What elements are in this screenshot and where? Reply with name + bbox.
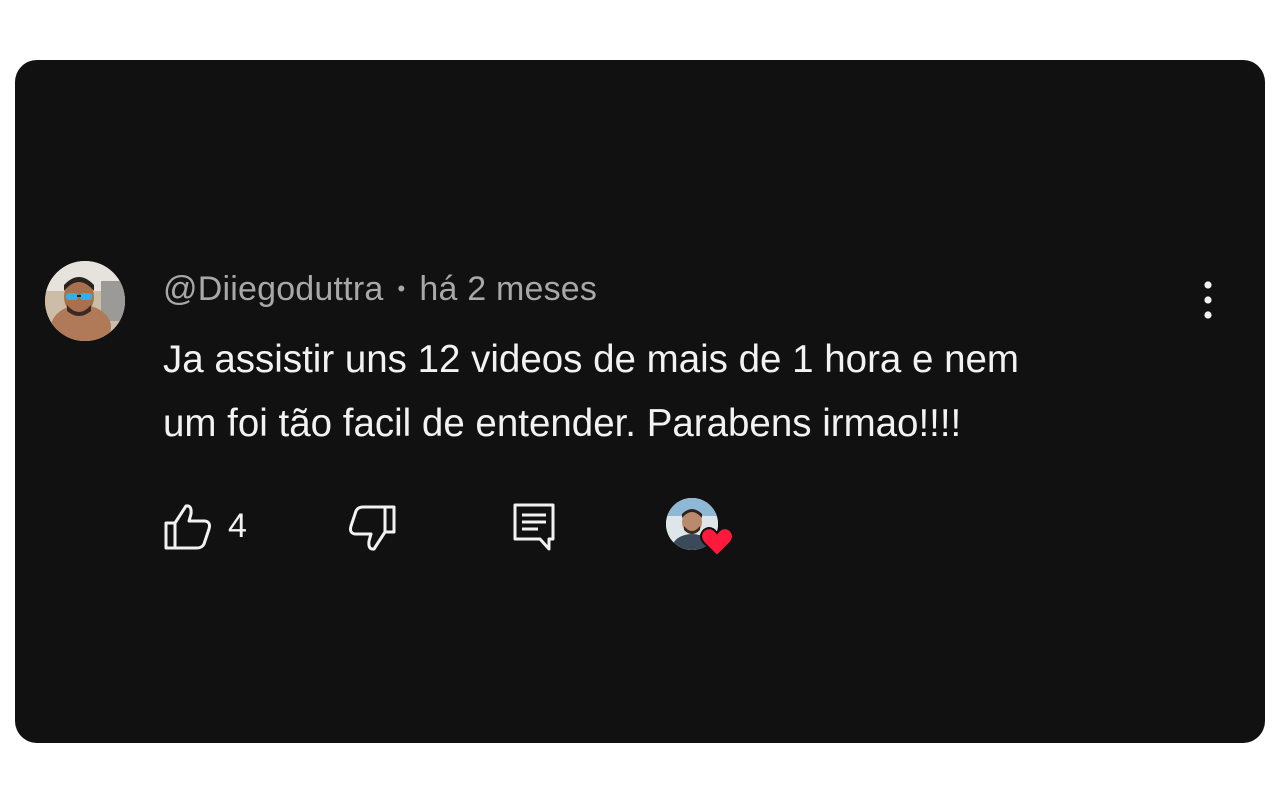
- thumbs-up-icon: [164, 504, 211, 550]
- thumbs-down-icon: [349, 505, 396, 551]
- dislike-button[interactable]: [346, 503, 398, 553]
- heart-icon: [700, 526, 734, 558]
- header-separator: •: [397, 276, 406, 301]
- comment-text-line-1: Ja assistir uns 12 videos de mais de 1 h…: [163, 338, 1020, 381]
- comment-timestamp[interactable]: há 2 meses: [419, 270, 597, 309]
- creator-heart-badge: [666, 498, 736, 560]
- more-options-button[interactable]: [1193, 278, 1223, 324]
- more-vertical-icon: [1204, 281, 1212, 319]
- comment-text-line-2: um foi tão facil de entender. Parabens i…: [163, 402, 962, 445]
- comment-header: @Diiegoduttra • há 2 meses: [163, 267, 597, 311]
- reply-button[interactable]: [510, 501, 558, 553]
- like-button[interactable]: [162, 502, 214, 552]
- comment-author[interactable]: @Diiegoduttra: [163, 270, 383, 309]
- like-count: 4: [228, 507, 247, 545]
- comment-text: Ja assistir uns 12 videos de mais de 1 h…: [163, 328, 1223, 456]
- reply-comment-icon: [513, 503, 555, 551]
- commenter-avatar[interactable]: [45, 261, 125, 341]
- commenter-avatar-image: [45, 261, 125, 341]
